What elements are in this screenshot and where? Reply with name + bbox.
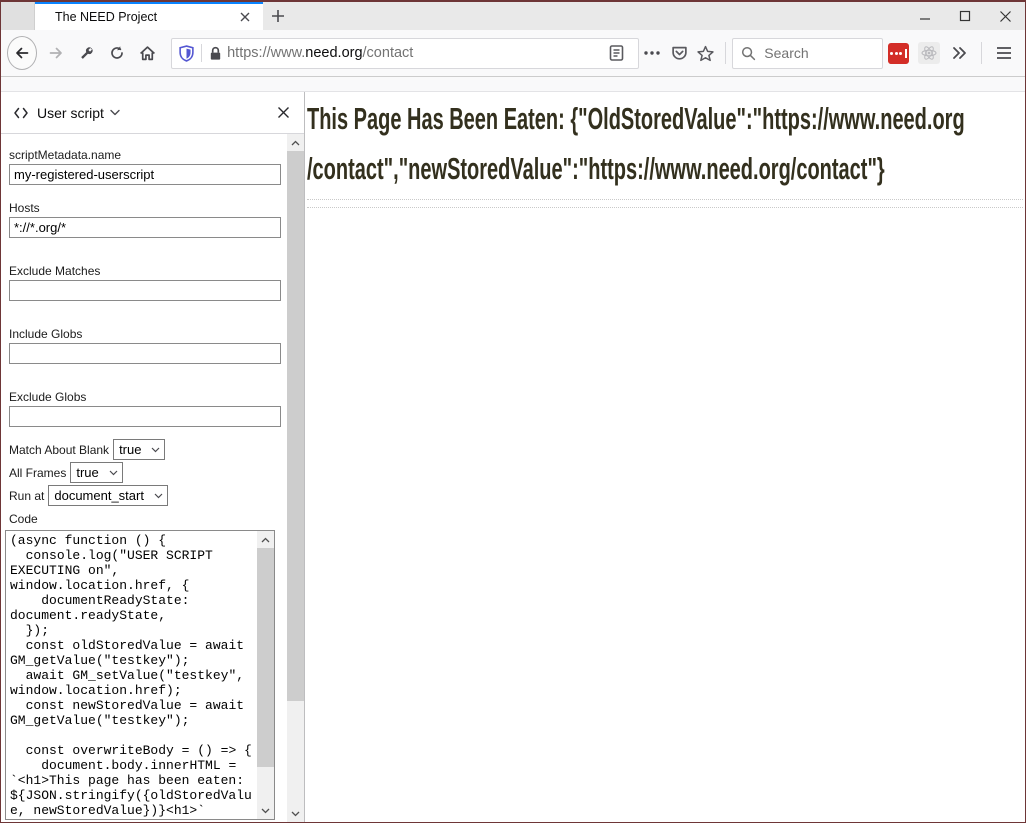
- browser-window: The NEED Project: [0, 0, 1026, 823]
- window-controls: [905, 2, 1025, 30]
- sidebar-scrollbar[interactable]: [287, 134, 304, 822]
- code-label: Code: [9, 512, 281, 526]
- titlebar-spacer: [1, 2, 35, 30]
- titlebar-drag-area: [293, 2, 905, 30]
- field-label-include-globs: Include Globs: [9, 327, 281, 341]
- toolbar-separator-2: [981, 42, 982, 64]
- run-at-select[interactable]: document_start: [48, 485, 168, 506]
- sidebar-title: User script: [37, 105, 104, 121]
- code-scrollbar[interactable]: [257, 531, 274, 819]
- chevron-down-icon: [151, 447, 160, 453]
- home-button[interactable]: [135, 38, 161, 68]
- maximize-button[interactable]: [945, 3, 985, 29]
- hosts-input[interactable]: [9, 217, 281, 238]
- sidebar-close-icon[interactable]: [272, 102, 294, 124]
- pocket-icon[interactable]: [668, 40, 691, 66]
- reader-mode-icon[interactable]: [604, 40, 630, 66]
- toolbar-separator: [725, 42, 726, 64]
- url-bar[interactable]: https://www.need.org/contact: [171, 38, 639, 69]
- chevron-down-icon: [109, 470, 118, 476]
- decorative-dotted-rule: [307, 199, 1023, 200]
- field-label-exclude-globs: Exclude Globs: [9, 390, 281, 404]
- minimize-button[interactable]: [905, 3, 945, 29]
- tab-strip: The NEED Project: [1, 2, 1025, 30]
- navigation-toolbar: https://www.need.org/contact: [1, 30, 1025, 77]
- scrollbar-thumb[interactable]: [287, 151, 304, 701]
- all-frames-label: All Frames: [9, 466, 66, 480]
- reload-button[interactable]: [104, 38, 130, 68]
- code-textarea[interactable]: (async function () { console.log("USER S…: [6, 531, 257, 819]
- search-icon: [741, 46, 756, 61]
- sidebar-header: User script: [1, 92, 304, 134]
- back-button[interactable]: [7, 36, 37, 70]
- field-label-hosts: Hosts: [9, 201, 281, 215]
- url-scheme: https://www.: [227, 45, 305, 61]
- urlbar-separator: [201, 44, 202, 62]
- url-text: https://www.need.org/contact: [227, 45, 602, 61]
- bookmark-star-icon[interactable]: [694, 40, 717, 66]
- forward-arrow-icon: [48, 45, 64, 61]
- scroll-down-icon[interactable]: [287, 805, 304, 822]
- close-button[interactable]: [985, 3, 1025, 29]
- back-arrow-icon: [14, 45, 30, 61]
- exclude-globs-input[interactable]: [9, 406, 281, 427]
- page-actions-icon[interactable]: [641, 40, 664, 66]
- search-bar[interactable]: [732, 38, 883, 69]
- hamburger-menu-icon[interactable]: [991, 39, 1016, 67]
- sidebar-switcher-chevron-icon[interactable]: [110, 109, 120, 116]
- scroll-down-icon[interactable]: [257, 802, 274, 819]
- react-devtools-extension-icon[interactable]: [917, 39, 942, 67]
- home-icon: [139, 45, 156, 62]
- bookmarks-toolbar: [1, 77, 1025, 92]
- wrench-tool-button[interactable]: [74, 38, 100, 68]
- include-globs-input[interactable]: [9, 343, 281, 364]
- lock-icon[interactable]: [208, 46, 223, 61]
- scrollbar-thumb[interactable]: [257, 548, 274, 767]
- lastpass-extension-icon[interactable]: [886, 39, 911, 67]
- url-path: /contact: [363, 45, 414, 61]
- tab-title: The NEED Project: [55, 10, 235, 24]
- content-area: User script scriptMetadata.name Hosts: [1, 92, 1025, 822]
- heading-line-2: /contact","newStoredValue":"https://www.…: [307, 144, 770, 194]
- forward-button[interactable]: [43, 38, 69, 68]
- web-page-content: This Page Has Been Eaten: {"OldStoredVal…: [305, 92, 1025, 822]
- page-eaten-heading: This Page Has Been Eaten: {"OldStoredVal…: [307, 94, 1025, 194]
- match-about-blank-label: Match About Blank: [9, 443, 109, 457]
- code-editor: (async function () { console.log("USER S…: [5, 530, 275, 820]
- url-domain: need.org: [305, 45, 362, 61]
- exclude-matches-input[interactable]: [9, 280, 281, 301]
- scroll-up-icon[interactable]: [287, 134, 304, 151]
- user-script-sidebar: User script scriptMetadata.name Hosts: [1, 92, 305, 822]
- field-label-script-name: scriptMetadata.name: [9, 148, 281, 162]
- match-about-blank-select[interactable]: true: [113, 439, 165, 460]
- code-brackets-icon: [13, 106, 29, 120]
- chevron-down-icon: [154, 493, 163, 499]
- script-name-input[interactable]: [9, 164, 281, 185]
- run-at-label: Run at: [9, 489, 44, 503]
- overflow-menu-icon[interactable]: [948, 39, 973, 67]
- wrench-icon: [78, 45, 95, 62]
- field-label-exclude-matches: Exclude Matches: [9, 264, 281, 278]
- scroll-up-icon[interactable]: [257, 531, 274, 548]
- user-script-form: scriptMetadata.name Hosts Exclude Matche…: [1, 134, 287, 822]
- tracking-protection-shield-icon[interactable]: [178, 45, 195, 62]
- decorative-dotted-rule: [307, 207, 1023, 208]
- search-input[interactable]: [764, 45, 874, 61]
- heading-line-1: This Page Has Been Eaten: {"OldStoredVal…: [307, 94, 770, 144]
- reload-icon: [109, 45, 125, 61]
- tab-close-icon[interactable]: [235, 7, 255, 27]
- browser-tab[interactable]: The NEED Project: [35, 2, 263, 30]
- all-frames-select[interactable]: true: [70, 462, 122, 483]
- new-tab-button[interactable]: [263, 2, 293, 30]
